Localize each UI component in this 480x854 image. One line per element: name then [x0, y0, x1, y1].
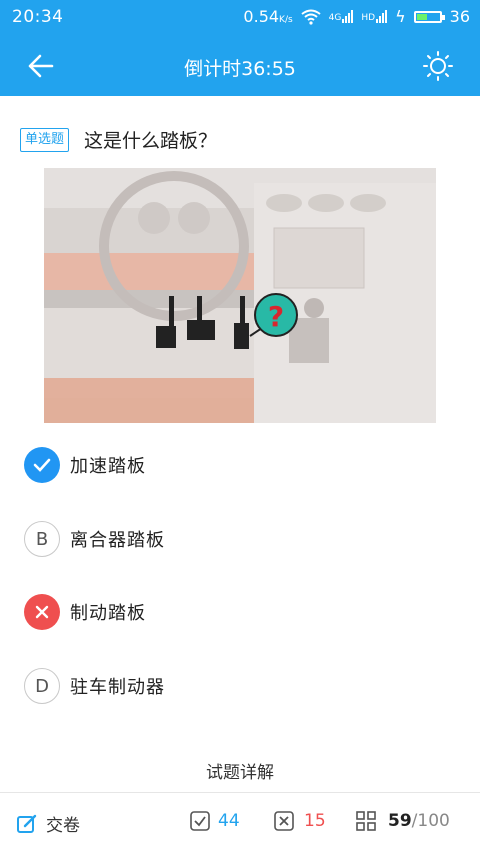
option-d-label: 驻车制动器: [70, 677, 165, 698]
explanation-link[interactable]: 试题详解: [0, 758, 480, 783]
x-box-icon: [274, 811, 294, 831]
option-a-label: 加速踏板: [70, 456, 146, 477]
correct-counter[interactable]: 44: [190, 811, 240, 831]
progress-grid-button[interactable]: 59/100: [356, 811, 450, 831]
wifi-icon: [301, 9, 321, 25]
question-type-badge: 单选题: [20, 128, 70, 152]
wrong-count: 15: [304, 811, 326, 831]
option-b-label: 离合器踏板: [70, 530, 165, 551]
correct-count: 44: [218, 811, 240, 831]
option-b[interactable]: B 离合器踏板: [24, 519, 165, 559]
checkbox-icon: [190, 811, 210, 831]
submit-button[interactable]: 交卷: [16, 811, 80, 836]
grid-icon: [356, 811, 376, 831]
progress-total: 100: [417, 811, 450, 831]
network-speed-value: 0.54: [243, 7, 280, 26]
network-speed-unit: K/s: [279, 15, 293, 25]
option-a[interactable]: 加速踏板: [24, 445, 146, 485]
question-text: 这是什么踏板？: [84, 130, 218, 152]
option-b-marker: B: [24, 521, 60, 557]
battery-icon: [413, 10, 445, 23]
countdown-title: 倒计时36:55: [184, 58, 296, 80]
signal-icon-2: HD: [361, 10, 388, 23]
status-bar: 20:34 0.54K/s 4G HD ϟ 36: [0, 0, 480, 36]
status-right: 0.54K/s 4G HD ϟ 36: [243, 7, 470, 26]
check-icon: [24, 447, 60, 483]
option-d[interactable]: D 驻车制动器: [24, 666, 165, 706]
option-c[interactable]: 制动踏板: [24, 592, 146, 632]
edit-icon: [17, 814, 37, 833]
submit-label: 交卷: [46, 816, 80, 836]
network-speed: 0.54K/s: [243, 7, 292, 26]
option-d-marker: D: [24, 668, 60, 704]
wrong-counter[interactable]: 15: [274, 811, 326, 831]
pedal-illustration: ?: [44, 168, 436, 423]
cross-icon: [24, 594, 60, 630]
progress-current: 59: [388, 811, 412, 831]
option-c-label: 制动踏板: [70, 603, 146, 624]
signal-label-1: 4G: [328, 13, 342, 23]
app-header: 倒计时36:55: [0, 36, 480, 96]
svg-text:?: ?: [268, 300, 284, 333]
brightness-icon[interactable]: [422, 50, 454, 82]
charging-icon: ϟ: [395, 7, 406, 26]
battery-level: 36: [449, 7, 470, 26]
bottom-bar: 交卷 44 15 59/100: [0, 792, 480, 854]
signal-icon-1: 4G: [329, 10, 354, 23]
status-time: 20:34: [12, 7, 64, 27]
signal-label-2: HD: [361, 13, 376, 23]
